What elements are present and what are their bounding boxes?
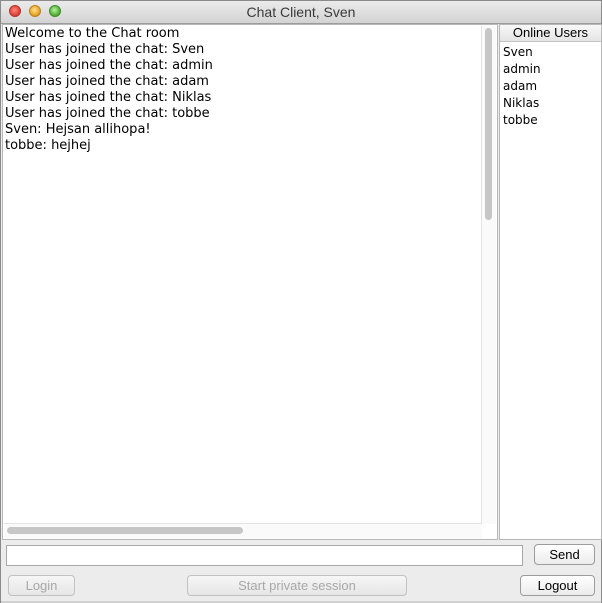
chat-client-window: Chat Client, Sven Welcome to the Chat ro… [0,0,602,603]
user-list-item[interactable]: adam [503,78,601,95]
chat-line: Welcome to the Chat room [5,26,180,41]
chat-line: User has joined the chat: Sven [5,42,205,57]
chat-messages: Welcome to the Chat room User has joined… [5,26,213,154]
user-list-item[interactable]: tobbe [503,112,601,129]
chat-horizontal-scroll-thumb[interactable] [7,527,243,534]
chat-line: User has joined the chat: adam [5,74,209,89]
online-users-header: Online Users [500,25,601,42]
chat-horizontal-scrollbar[interactable] [4,523,482,538]
online-users-panel: Online Users Sven admin adam Niklas tobb… [499,24,602,540]
chat-vertical-scrollbar[interactable] [481,26,496,524]
chat-vertical-scroll-thumb[interactable] [485,28,492,220]
window-title: Chat Client, Sven [246,4,356,20]
user-list-item[interactable]: Sven [503,44,601,61]
send-button[interactable]: Send [534,544,595,565]
chat-line: User has joined the chat: tobbe [5,106,210,121]
chat-line: User has joined the chat: Niklas [5,90,212,105]
user-list-item[interactable]: admin [503,61,601,78]
chat-line: Sven: Hejsan allihopa! [5,122,151,137]
start-private-session-button[interactable]: Start private session [187,575,407,596]
user-list-item[interactable]: Niklas [503,95,601,112]
chat-line: tobbe: hejhej [5,138,91,153]
logout-button[interactable]: Logout [520,575,595,596]
title-bar[interactable]: Chat Client, Sven [1,1,601,24]
online-users-list[interactable]: Sven admin adam Niklas tobbe [500,42,601,129]
chat-log[interactable]: Welcome to the Chat room User has joined… [2,24,498,540]
chat-line: User has joined the chat: admin [5,58,213,73]
message-input[interactable] [6,545,523,566]
login-button[interactable]: Login [8,575,75,596]
